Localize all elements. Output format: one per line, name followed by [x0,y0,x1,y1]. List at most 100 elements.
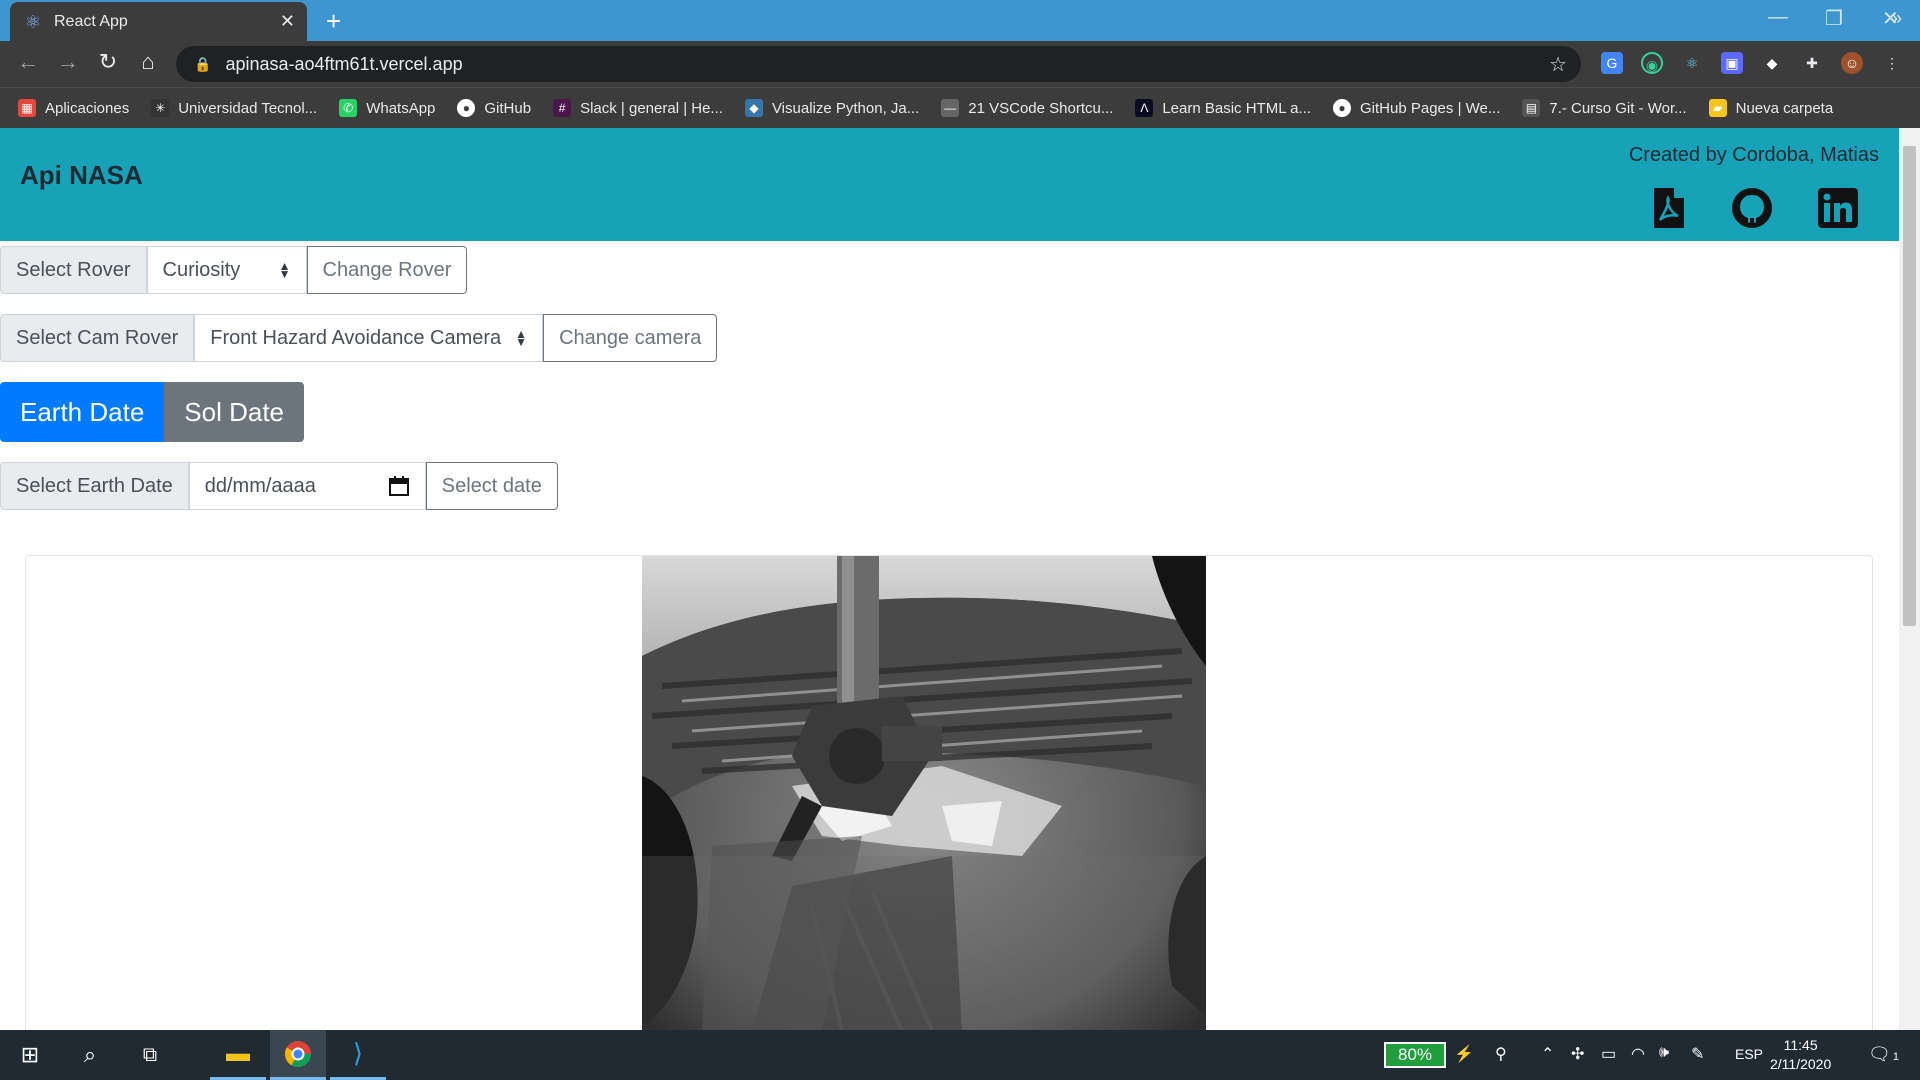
earth-date-group: Select Earth Date dd/mm/aaaa Select date [0,462,558,510]
camera-label: Select Cam Rover [0,314,195,362]
bookmark-star-icon[interactable]: ☆ [1549,52,1567,77]
new-tab-icon[interactable]: + [326,6,341,37]
bookmark-label: Nueva carpeta [1735,99,1834,117]
bookmark-label: GitHub Pages | We... [1360,99,1501,117]
profile-avatar[interactable]: ☺ [1841,52,1863,74]
earth-date-button[interactable]: Earth Date [0,382,165,442]
bookmark-item[interactable]: ✆ WhatsApp [339,99,435,117]
notifications-count: 1 [1892,1051,1899,1063]
earth-date-input[interactable]: dd/mm/aaaa [188,462,426,510]
tab-title: React App [54,12,128,30]
clock-time: 11:45 [1783,1037,1818,1053]
python-icon: ◆ [744,99,763,117]
change-camera-button[interactable]: Change camera [543,314,718,362]
bookmark-item[interactable]: Λ Learn Basic HTML a... [1135,99,1311,117]
pdf-resume-icon[interactable] [1646,186,1690,230]
bookmark-label: WhatsApp [366,99,436,117]
github-icon[interactable] [1730,186,1774,230]
bookmark-item[interactable]: ● GitHub Pages | We... [1333,99,1500,117]
translate-extension-icon[interactable]: G [1601,52,1623,74]
windows-taskbar: ⊞ ⌕ ⧉ ▬ ⟩ 80% ⚡ ⚲ ⌃ ✣ ▭ ◠ 🕪 ✎ ESP 11:45 … [0,1030,1920,1080]
language-indicator[interactable]: ESP [1735,1046,1763,1062]
home-icon[interactable]: ⌂ [134,49,162,75]
react-devtools-icon[interactable]: ⚛ [1681,52,1703,74]
camera-select-value: Front Hazard Avoidance Camera [210,326,502,349]
credits-text: Created by Cordoba, Matias [1628,144,1879,166]
select-date-button[interactable]: Select date [425,462,558,510]
search-icon[interactable]: ⌕ [60,1030,120,1080]
select-caret-icon: ▲ ▼ [515,327,528,349]
page-icon: ▤ [1522,99,1541,117]
battery-icon[interactable]: ▭ [1601,1044,1616,1064]
camera-select-group: Select Cam Rover Front Hazard Avoidance … [0,314,718,362]
page-viewport: Api NASA Created by Cordoba, Matias Sele… [0,128,1899,1030]
clock[interactable]: 11:45 2/11/2020 [1770,1036,1831,1074]
show-hidden-icons-icon[interactable]: ⌃ [1541,1044,1554,1064]
restore-icon[interactable]: ❐ [1825,6,1843,31]
bookmark-item[interactable]: ✳ Universidad Tecnol... [151,99,317,117]
file-explorer-icon[interactable]: ▬ [210,1030,266,1080]
app-title: Api NASA [20,160,143,190]
bookmarks-overflow-icon[interactable]: » [1892,8,1902,29]
camera-select[interactable]: Front Hazard Avoidance Camera ▲ ▼ [194,314,544,362]
windows-start-icon[interactable]: ⊞ [0,1030,60,1080]
page-scrollbar[interactable] [1899,128,1920,1030]
linkedin-icon[interactable] [1816,186,1860,230]
close-tab-icon[interactable]: ✕ [280,11,295,32]
wifi-icon[interactable]: ◠ [1631,1044,1645,1064]
rover-select[interactable]: Curiosity ▲ ▼ [146,246,307,294]
extension-diamond-icon[interactable]: ◆ [1761,52,1783,74]
react-icon: ⚛ [24,11,42,32]
url-text: apinasa-ao4ftm61t.vercel.app [225,53,463,74]
chrome-icon[interactable] [270,1030,326,1080]
bookmark-item[interactable]: — 21 VSCode Shortcu... [941,99,1113,117]
volume-icon[interactable]: 🕪 [1659,1044,1669,1062]
calendar-icon[interactable] [388,475,410,497]
bookmark-item[interactable]: ▦ Aplicaciones [18,99,129,117]
bookmark-item[interactable]: ◆ Visualize Python, Ja... [744,99,919,117]
bookmark-label: 21 VSCode Shortcu... [968,99,1114,117]
browser-toolbar: ← → ↻ ⌂ 🔒 apinasa-ao4ftm61t.vercel.app ☆… [0,41,1920,87]
notifications-icon[interactable]: 🗨 1 [1868,1044,1899,1065]
github-icon: ● [457,99,476,117]
address-bar[interactable]: 🔒 apinasa-ao4ftm61t.vercel.app ☆ [176,46,1581,82]
bookmark-item[interactable]: ▰ Nueva carpeta [1708,99,1834,117]
clock-date: 2/11/2020 [1770,1056,1832,1072]
bookmark-label: Slack | general | He... [580,99,723,117]
scrollbar-thumb[interactable] [1903,146,1916,626]
browser-tab[interactable]: ⚛ React App ✕ [10,2,307,41]
reload-icon[interactable]: ↻ [94,49,122,75]
forward-icon[interactable]: → [54,49,82,75]
minimize-icon[interactable]: — [1768,6,1788,29]
network-share-icon[interactable]: ✣ [1571,1044,1584,1064]
extension-2h-icon[interactable]: ▣ [1721,52,1743,74]
bookmark-label: GitHub [484,99,532,117]
date-mode-toggle: Earth Date Sol Date [0,382,305,442]
apps-grid-icon: ▦ [18,99,36,117]
people-icon[interactable]: ⚲ [1495,1044,1507,1064]
back-icon[interactable]: ← [14,49,42,75]
task-view-icon[interactable]: ⧉ [120,1030,180,1080]
bookmark-item[interactable]: ● GitHub [457,99,531,117]
extensions-puzzle-icon[interactable]: ✚ [1801,52,1823,74]
sol-date-button[interactable]: Sol Date [164,382,305,442]
change-rover-button[interactable]: Change Rover [306,246,468,294]
battery-indicator[interactable]: 80% [1384,1042,1446,1068]
bookmark-label: Learn Basic HTML a... [1162,99,1312,117]
link-icon: — [941,99,960,117]
bookmark-label: 7.- Curso Git - Wor... [1549,99,1687,117]
bookmarks-bar: ▦ Aplicaciones ✳ Universidad Tecnol... ✆ What… [0,87,1920,128]
rover-select-value: Curiosity [162,258,241,281]
vscode-icon[interactable]: ⟩ [330,1030,386,1080]
rover-select-group: Select Rover Curiosity ▲ ▼ Change Rover [0,246,468,294]
bookmark-label: Universidad Tecnol... [178,99,318,117]
bookmark-item[interactable]: ▤ 7.- Curso Git - Wor... [1522,99,1687,117]
github-icon: ● [1333,99,1352,117]
whatsapp-icon: ✆ [339,99,358,117]
browser-menu-icon[interactable]: ⋮ [1881,52,1903,74]
bookmark-item[interactable]: # Slack | general | He... [553,99,723,117]
app-header: Api NASA Created by Cordoba, Matias [0,128,1899,241]
lock-icon: 🔒 [194,55,212,72]
extension-circle-icon[interactable]: ◉ [1641,52,1663,74]
pen-workspace-icon[interactable]: ✎ [1691,1044,1704,1064]
